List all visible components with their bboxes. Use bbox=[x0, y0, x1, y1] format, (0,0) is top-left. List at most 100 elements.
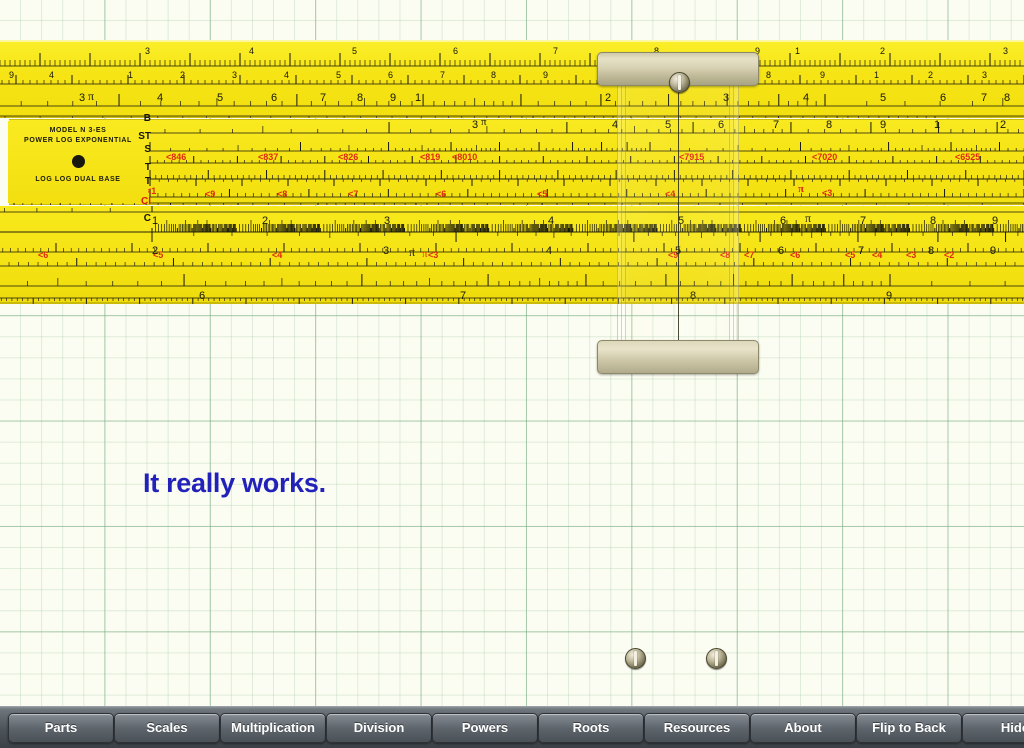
scale-numeral: 4 bbox=[49, 70, 55, 80]
scale-numeral: 2 bbox=[152, 245, 159, 257]
upper-stator[interactable] bbox=[0, 40, 1024, 118]
scale-numeral: 5 bbox=[336, 70, 342, 80]
scale-numeral: 4 bbox=[548, 215, 555, 227]
red-numeral: <819 bbox=[420, 152, 441, 162]
toolbar-button-scales[interactable]: Scales bbox=[114, 712, 220, 743]
red-numeral: <9 bbox=[205, 189, 216, 199]
scale-numeral: 2 bbox=[928, 70, 934, 80]
scale-numeral: 5 bbox=[675, 245, 682, 257]
scale-numeral: 5 bbox=[352, 46, 358, 56]
upper-stator-ticks bbox=[0, 53, 1024, 118]
red-numeral: <846 bbox=[166, 152, 187, 162]
pi-marker-red-2: π bbox=[422, 248, 428, 260]
scale-numeral: 9 bbox=[990, 245, 997, 257]
red-numeral: <6 bbox=[790, 250, 801, 260]
pi-marker: π bbox=[88, 89, 95, 103]
stator-top-highlight bbox=[0, 40, 1024, 42]
bottom-toolbar: Parts Scales Multiplication Division Powers R… bbox=[0, 706, 1024, 748]
scale-numeral: 7 bbox=[320, 92, 327, 104]
scale-numeral: 6 bbox=[271, 92, 278, 104]
scale-numeral: 5 bbox=[880, 92, 887, 104]
scale-numeral: 3 bbox=[383, 245, 390, 257]
scale-numeral: 9 bbox=[992, 215, 999, 227]
scale-numeral: 8 bbox=[357, 92, 364, 104]
scale-numeral: 2 bbox=[180, 70, 186, 80]
scale-numeral: 3 bbox=[472, 119, 479, 131]
scale-numeral: 9 bbox=[880, 119, 887, 131]
red-numeral: <7915 bbox=[679, 152, 705, 162]
red-numeral: <7 bbox=[744, 250, 755, 260]
nameplate-type: POWER LOG EXPONENTIAL bbox=[24, 137, 132, 144]
nameplate: MODEL N 3-ES POWER LOG EXPONENTIAL LOG L… bbox=[8, 121, 148, 203]
scale-numeral: 5 bbox=[598, 70, 604, 80]
red-numeral: <6 bbox=[436, 189, 447, 199]
scale-letter-st-1: ST bbox=[138, 131, 151, 142]
scale-numeral: 5 bbox=[665, 119, 672, 131]
red-numeral: <8 bbox=[720, 250, 731, 260]
scale-numeral: 3 bbox=[145, 46, 151, 56]
scale-numeral: 6 bbox=[940, 92, 947, 104]
scale-letter-t-4: T bbox=[144, 176, 151, 187]
red-numeral: <6525 bbox=[955, 152, 981, 162]
scale-numeral: 8 bbox=[928, 245, 935, 257]
red-numeral: <5 bbox=[537, 189, 548, 199]
scale-numeral: 7 bbox=[553, 46, 559, 56]
scale-numeral: 2 bbox=[1000, 119, 1007, 131]
scale-numeral: 4 bbox=[612, 119, 619, 131]
toolbar-button-about[interactable]: About bbox=[750, 712, 856, 743]
red-numeral: <3 bbox=[822, 188, 833, 198]
red-numeral: <4 bbox=[665, 189, 676, 199]
pi-marker: π bbox=[805, 211, 812, 225]
scale-numeral: 9 bbox=[820, 70, 826, 80]
pi-marker-red: π bbox=[798, 183, 805, 195]
scale-numeral: 8 bbox=[654, 46, 660, 56]
scale-letter-b-0: B bbox=[143, 113, 151, 124]
red-numeral: <4 bbox=[872, 250, 883, 260]
scale-numeral: 4 bbox=[284, 70, 290, 80]
scale-numeral: 2 bbox=[605, 92, 612, 104]
toolbar-button-roots[interactable]: Roots bbox=[538, 712, 644, 743]
scale-numeral: 7 bbox=[773, 119, 780, 131]
toolbar-button-division[interactable]: Division bbox=[326, 712, 432, 743]
nameplate-model: MODEL N 3-ES bbox=[49, 127, 107, 134]
scale-numeral: 3 bbox=[79, 92, 86, 104]
scale-numeral: 6 bbox=[453, 46, 459, 56]
stator-bottom-shadow bbox=[0, 302, 1024, 304]
red-numeral: <2 bbox=[944, 250, 955, 260]
toolbar-button-flip[interactable]: Flip to Back bbox=[856, 712, 962, 743]
red-numeral: <4 bbox=[272, 250, 283, 260]
toolbar-button-hide[interactable]: Hide bbox=[962, 712, 1024, 743]
stator-top-shadow bbox=[0, 116, 1024, 118]
scale-letter-c-6: C bbox=[143, 213, 151, 224]
pi-marker: π bbox=[409, 245, 416, 259]
scale-numeral: 1 bbox=[128, 70, 134, 80]
scale-numeral: 6 bbox=[657, 70, 663, 80]
scale-numeral: 9 bbox=[886, 290, 893, 302]
toolbar-button-resources[interactable]: Resources bbox=[644, 712, 750, 743]
toolbar-button-multiplication[interactable]: Multiplication bbox=[220, 712, 326, 743]
scale-numeral: 4 bbox=[249, 46, 255, 56]
scale-numeral: 6 bbox=[199, 290, 206, 302]
scale-numeral: 3 bbox=[982, 70, 988, 80]
scale-numeral: 9 bbox=[390, 92, 397, 104]
scale-numeral: 1 bbox=[874, 70, 880, 80]
red-numeral: <5 bbox=[845, 250, 856, 260]
toolbar-button-powers[interactable]: Powers bbox=[432, 712, 538, 743]
scale-numeral: 3 bbox=[723, 92, 730, 104]
red-numeral: <3 bbox=[906, 250, 917, 260]
scale-letter-ci-5: CI bbox=[141, 196, 151, 207]
toolbar-button-parts[interactable]: Parts bbox=[8, 712, 114, 743]
scale-numeral: 4 bbox=[546, 245, 553, 257]
slide-rule[interactable]: <846 <837 <826 <819 <8010 <7915 <7020 <6525 <1 <9… bbox=[0, 40, 1024, 669]
scale-numeral: 7 bbox=[858, 245, 865, 257]
scale-numeral: 7 bbox=[460, 290, 467, 302]
red-numeral: <837 bbox=[258, 152, 279, 162]
scale-numeral: 6 bbox=[388, 70, 394, 80]
scale-numeral: 7 bbox=[712, 70, 718, 80]
scale-numeral: 3 bbox=[232, 70, 238, 80]
scale-numeral: 1 bbox=[795, 46, 801, 56]
scale-numeral: 3 bbox=[1003, 46, 1009, 56]
scale-numeral: 4 bbox=[803, 92, 810, 104]
scale-numeral: 7 bbox=[860, 215, 867, 227]
scale-numeral: 1 bbox=[152, 215, 159, 227]
